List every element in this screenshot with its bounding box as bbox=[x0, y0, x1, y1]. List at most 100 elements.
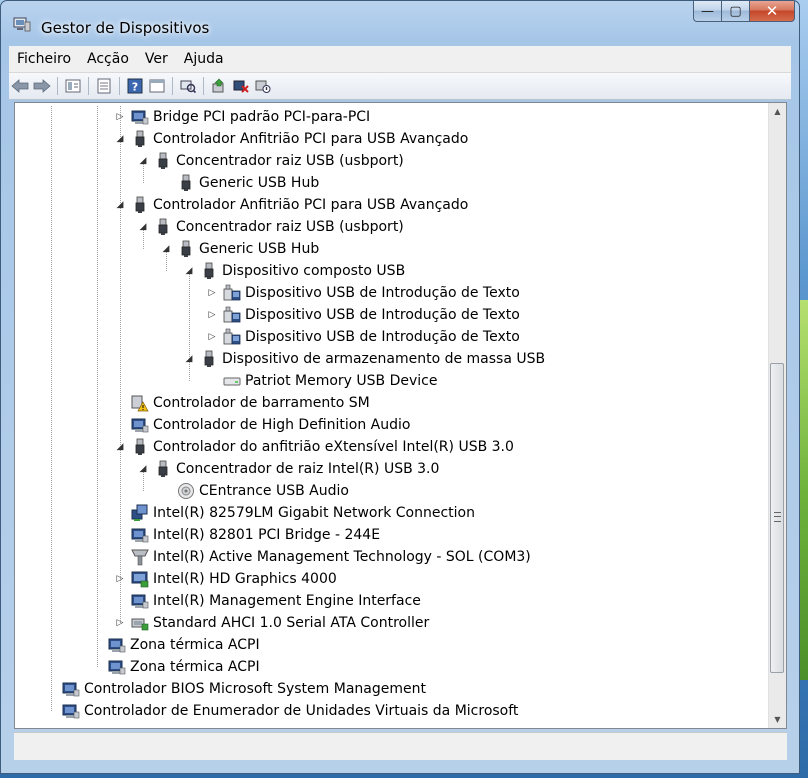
tree-node-label: Concentrador raiz USB (usbport) bbox=[176, 153, 404, 169]
menu-ajuda[interactable]: Ajuda bbox=[176, 51, 232, 67]
tree-node[interactable]: ◢ Controlador do anfitrião eXtensível Int… bbox=[115, 436, 514, 458]
properties-view-button[interactable] bbox=[62, 76, 84, 96]
tree-node[interactable]: Zona térmica ACPI bbox=[92, 634, 260, 656]
tree-node[interactable]: ◢ Concentrador de raiz Intel(R) USB 3.0 bbox=[138, 458, 439, 480]
tree-node-label: Intel(R) Management Engine Interface bbox=[153, 593, 421, 609]
maximize-button[interactable]: ▢ bbox=[721, 1, 749, 22]
tree-node[interactable]: Zona térmica ACPI bbox=[92, 656, 260, 678]
update-driver-button[interactable] bbox=[208, 76, 230, 96]
tree-node-label: Controlador Anfitrião PCI para USB Avanç… bbox=[153, 197, 469, 213]
tree-node[interactable]: Controlador BIOS Microsoft System Manage… bbox=[46, 678, 426, 700]
tree-node[interactable]: ◢ Controlador Anfitrião PCI para USB Avan… bbox=[115, 128, 468, 150]
tree-node[interactable]: Controlador de Enumerador de Unidades Vi… bbox=[46, 700, 518, 722]
expanded-arrow-icon[interactable]: ◢ bbox=[184, 266, 194, 276]
vertical-scrollbar[interactable]: ▲ ▼ bbox=[768, 103, 786, 728]
tree-node-label: Controlador Anfitrião PCI para USB Avanç… bbox=[153, 131, 469, 147]
scrollbar-thumb[interactable] bbox=[770, 363, 784, 673]
toolbar-separator bbox=[203, 77, 204, 95]
tree-node[interactable]: ◢ Concentrador raiz USB (usbport) bbox=[138, 150, 404, 172]
tree-node[interactable]: ▷ Bridge PCI padrão PCI-para-PCI bbox=[115, 106, 371, 128]
drive-icon bbox=[223, 372, 241, 390]
scroll-up-button[interactable]: ▲ bbox=[769, 103, 786, 120]
tree-node[interactable]: CEntrance USB Audio bbox=[161, 480, 349, 502]
tree-node-label: Dispositivo USB de Introdução de Texto bbox=[245, 329, 520, 345]
device-tree-pane[interactable]: ▷ Bridge PCI padrão PCI-para-PCI ◢ Controla… bbox=[14, 102, 787, 729]
tree-node[interactable]: Generic USB Hub bbox=[161, 172, 319, 194]
collapsed-arrow-icon[interactable]: ▷ bbox=[207, 310, 217, 320]
tree-node[interactable]: Controlador de barramento SM bbox=[115, 392, 370, 414]
tree-node-label: Dispositivo USB de Introdução de Texto bbox=[245, 285, 520, 301]
toolbar-separator bbox=[57, 77, 58, 95]
tree-node[interactable]: Patriot Memory USB Device bbox=[207, 370, 438, 392]
pci-device-icon bbox=[131, 526, 149, 544]
uninstall-button[interactable] bbox=[230, 76, 252, 96]
tree-node[interactable]: ▷ Dispositivo USB de Introdução de Texto bbox=[207, 326, 520, 348]
title-bar[interactable]: Gestor de Dispositivos — ▢ ✕ bbox=[1, 1, 799, 45]
tree-node[interactable]: ▷ Dispositivo USB de Introdução de Texto bbox=[207, 304, 520, 326]
close-button[interactable]: ✕ bbox=[749, 1, 795, 22]
expanded-arrow-icon[interactable]: ◢ bbox=[115, 200, 125, 210]
tree-node[interactable]: ◢ Dispositivo composto USB bbox=[184, 260, 405, 282]
forward-button[interactable] bbox=[31, 76, 53, 96]
tree-connector-line bbox=[51, 106, 52, 711]
expanded-arrow-icon[interactable]: ◢ bbox=[115, 442, 125, 452]
tree-node-label: Controlador de Enumerador de Unidades Vi… bbox=[84, 703, 519, 719]
expanded-arrow-icon[interactable]: ◢ bbox=[161, 244, 171, 254]
toolbar: ? bbox=[9, 73, 791, 100]
tree-node[interactable]: Intel(R) Management Engine Interface bbox=[115, 590, 421, 612]
tree-node-label: Intel(R) Active Management Technology - … bbox=[153, 549, 531, 565]
menu-ver[interactable]: Ver bbox=[137, 51, 176, 67]
collapsed-arrow-icon[interactable]: ▷ bbox=[115, 574, 125, 584]
window-title: Gestor de Dispositivos bbox=[41, 19, 210, 37]
tree-node-label: Intel(R) 82579LM Gigabit Network Connect… bbox=[153, 505, 475, 521]
tree-node[interactable]: Intel(R) 82579LM Gigabit Network Connect… bbox=[115, 502, 475, 524]
collapsed-arrow-icon[interactable]: ▷ bbox=[115, 618, 125, 628]
scan-hardware-button[interactable] bbox=[177, 76, 199, 96]
collapsed-arrow-icon[interactable]: ▷ bbox=[207, 288, 217, 298]
expanded-arrow-icon[interactable]: ◢ bbox=[138, 156, 148, 166]
tree-node[interactable]: ▷ Dispositivo USB de Introdução de Texto bbox=[207, 282, 520, 304]
expanded-arrow-icon[interactable]: ◢ bbox=[138, 222, 148, 232]
tree-node[interactable]: ◢ Dispositivo de armazenamento de massa U… bbox=[184, 348, 545, 370]
tree-node[interactable]: ◢ Generic USB Hub bbox=[161, 238, 319, 260]
tree-connector-line bbox=[97, 106, 98, 667]
list-view-icon bbox=[97, 78, 111, 94]
help-button[interactable]: ? bbox=[124, 76, 146, 96]
disable-button[interactable] bbox=[252, 76, 274, 96]
tree-node[interactable]: Intel(R) 82801 PCI Bridge - 244E bbox=[115, 524, 380, 546]
tree-node[interactable]: ◢ Concentrador raiz USB (usbport) bbox=[138, 216, 404, 238]
pci-device-icon bbox=[62, 702, 80, 720]
collapsed-arrow-icon[interactable]: ▷ bbox=[207, 332, 217, 342]
tree-node-label: Concentrador de raiz Intel(R) USB 3.0 bbox=[176, 461, 440, 477]
tree-node[interactable]: ▷ Intel(R) HD Graphics 4000 bbox=[115, 568, 337, 590]
expanded-arrow-icon[interactable]: ◢ bbox=[184, 354, 194, 364]
expanded-arrow-icon[interactable]: ◢ bbox=[138, 464, 148, 474]
usb-plug-icon bbox=[131, 196, 149, 214]
scroll-down-button[interactable]: ▼ bbox=[769, 711, 786, 728]
tree-node[interactable]: ◢ Controlador Anfitrião PCI para USB Avan… bbox=[115, 194, 468, 216]
details-view-button[interactable] bbox=[146, 76, 168, 96]
usb-plug-icon bbox=[154, 152, 172, 170]
tree-node[interactable]: Controlador de High Definition Audio bbox=[115, 414, 410, 436]
storage-controller-icon bbox=[131, 614, 149, 632]
tree-node[interactable]: Intel(R) Active Management Technology - … bbox=[115, 546, 531, 568]
collapsed-arrow-icon[interactable]: ▷ bbox=[115, 112, 125, 122]
tree-node-label: Generic USB Hub bbox=[199, 175, 320, 191]
menu-accao[interactable]: Acção bbox=[79, 51, 137, 67]
menu-ficheiro[interactable]: Ficheiro bbox=[9, 51, 79, 67]
device-manager-app-icon bbox=[13, 17, 31, 32]
usb-plug-icon bbox=[154, 218, 172, 236]
tree-node-label: Bridge PCI padrão PCI-para-PCI bbox=[153, 109, 371, 125]
minimize-button[interactable]: — bbox=[693, 1, 721, 22]
expanded-arrow-icon[interactable]: ◢ bbox=[115, 134, 125, 144]
tree-node[interactable]: ▷ Standard AHCI 1.0 Serial ATA Controller bbox=[115, 612, 430, 634]
disable-icon bbox=[255, 80, 271, 93]
back-button[interactable] bbox=[9, 76, 31, 96]
list-view-button[interactable] bbox=[93, 76, 115, 96]
